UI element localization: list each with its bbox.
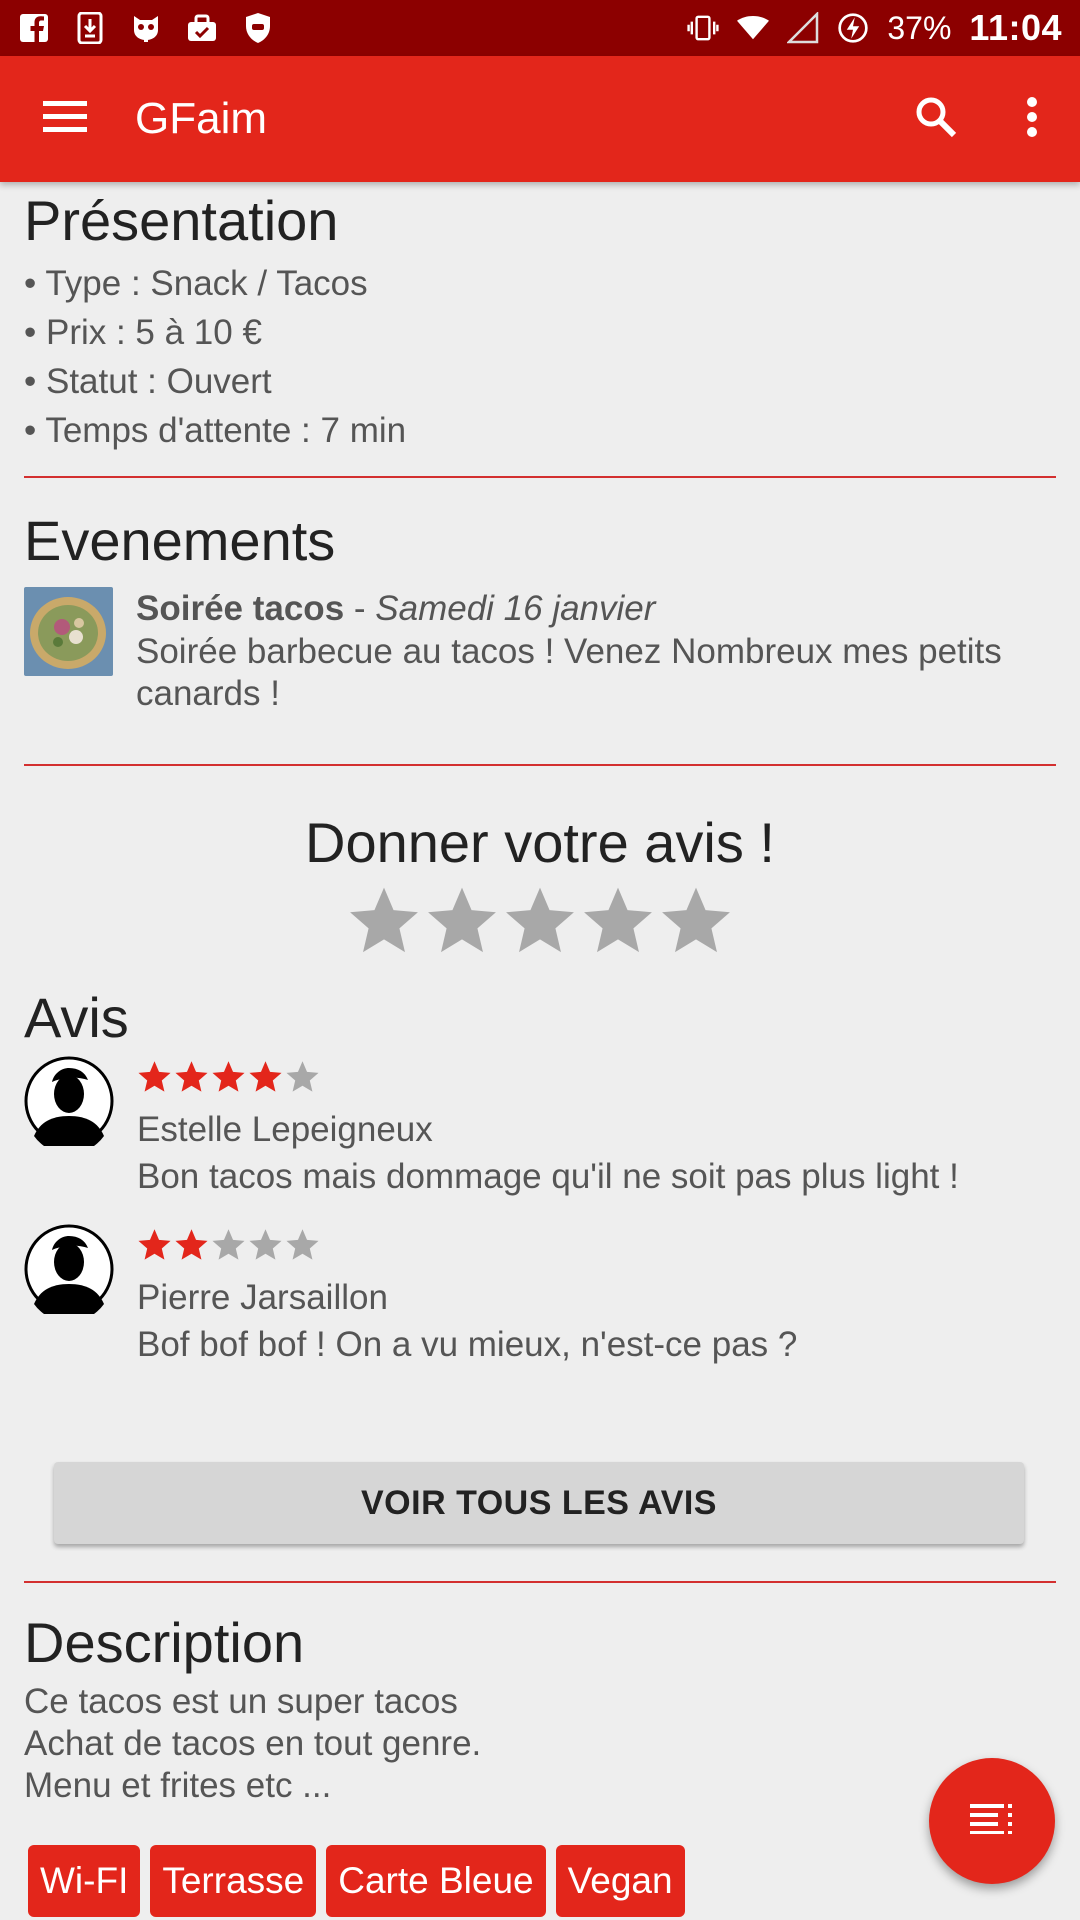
reviews-section: Avis Estelle Lepeigneux Bon tacos mais d… [24, 985, 1056, 1370]
description-line: Menu et frites etc ... [24, 1766, 332, 1805]
menu-icon [43, 100, 87, 138]
description-line: Ce tacos est un super tacos [24, 1682, 458, 1721]
star-empty-icon [286, 1060, 319, 1092]
facebook-icon [18, 12, 50, 44]
rating-star-1[interactable] [347, 883, 421, 957]
presentation-section: Présentation • Type : Snack / Tacos • Pr… [24, 188, 1056, 455]
star-filled-icon [175, 1228, 208, 1260]
avatar [24, 1056, 114, 1155]
event-thumbnail [24, 587, 113, 676]
events-section: Evenements Soirée tacos - Samedi 16 janv… [24, 508, 1056, 715]
sort-list-icon [970, 1803, 1014, 1839]
reviews-title: Avis [24, 986, 129, 1049]
info-wait-time: • Temps d'attente : 7 min [24, 411, 407, 450]
tag-terrasse[interactable]: Terrasse [150, 1845, 317, 1917]
download-icon [74, 12, 106, 44]
more-options-button[interactable] [984, 56, 1080, 182]
review-author: Estelle Lepeigneux [137, 1110, 433, 1149]
event-item[interactable]: Soirée tacos - Samedi 16 janvier Soirée … [24, 587, 1056, 715]
star-filled-icon [138, 1060, 171, 1092]
more-vert-icon [1026, 96, 1038, 142]
rate-section: Donner votre avis ! [24, 810, 1056, 957]
review-author: Pierre Jarsaillon [137, 1278, 388, 1317]
signal-icon [787, 12, 819, 44]
review-item: Pierre Jarsaillon Bof bof bof ! On a vu … [24, 1224, 1056, 1370]
events-title: Evenements [24, 509, 336, 572]
rate-title: Donner votre avis ! [305, 811, 775, 874]
star-filled-icon [212, 1060, 245, 1092]
rating-star-2[interactable] [425, 883, 499, 957]
description-title: Description [24, 1611, 305, 1674]
amenity-tags: Wi-FI Terrasse Carte Bleue Vegan [28, 1845, 685, 1917]
star-empty-icon [249, 1228, 282, 1260]
app-title: GFaim [135, 94, 267, 143]
avatar [24, 1224, 114, 1323]
clock: 11:04 [969, 7, 1062, 48]
info-type: • Type : Snack / Tacos [24, 264, 368, 303]
divider [24, 476, 1056, 478]
see-all-reviews-button[interactable]: VOIR TOUS LES AVIS [54, 1462, 1024, 1544]
status-bar: 37% 11:04 [0, 0, 1080, 56]
rating-star-5[interactable] [659, 883, 733, 957]
divider [24, 764, 1056, 766]
star-empty-icon [286, 1228, 319, 1260]
review-rating [137, 1056, 959, 1096]
star-filled-icon [249, 1060, 282, 1092]
rating-star-4[interactable] [581, 883, 655, 957]
menu-button[interactable] [0, 56, 130, 182]
review-text: Bof bof bof ! On a vu mieux, n'est-ce pa… [137, 1325, 798, 1364]
review-rating [137, 1224, 797, 1264]
rating-star-3[interactable] [503, 883, 577, 957]
user-avatar-icon [24, 1224, 114, 1323]
battery-percentage: 37% [887, 9, 952, 46]
shield-icon [242, 12, 274, 44]
info-status: • Statut : Ouvert [24, 362, 272, 401]
user-avatar-icon [24, 1056, 114, 1155]
star-empty-icon [212, 1228, 245, 1260]
wifi-icon [737, 12, 770, 44]
battery-charging-icon [837, 12, 869, 44]
star-filled-icon [175, 1060, 208, 1092]
restaurant-detail: Présentation • Type : Snack / Tacos • Pr… [24, 182, 1056, 1370]
star-filled-icon [138, 1228, 171, 1260]
search-button[interactable] [888, 56, 984, 182]
presentation-title: Présentation [24, 189, 339, 252]
review-item: Estelle Lepeigneux Bon tacos mais dommag… [24, 1056, 1056, 1202]
description-line: Achat de tacos en tout genre. [24, 1724, 482, 1763]
review-text: Bon tacos mais dommage qu'il ne soit pas… [137, 1157, 959, 1196]
briefcase-icon [186, 12, 218, 44]
app-bar: GFaim [0, 56, 1080, 182]
tag-wifi[interactable]: Wi-FI [28, 1845, 141, 1917]
vibrate-icon [687, 12, 719, 44]
event-description: Soirée barbecue au tacos ! Venez Nombreu… [136, 632, 1002, 713]
info-price: • Prix : 5 à 10 € [24, 313, 262, 352]
search-icon [915, 96, 957, 143]
floating-action-button[interactable] [929, 1758, 1055, 1884]
tag-carte-bleue[interactable]: Carte Bleue [326, 1845, 546, 1917]
event-name: Soirée tacos [136, 589, 345, 628]
rating-input[interactable] [24, 883, 1056, 957]
tag-vegan[interactable]: Vegan [555, 1845, 685, 1917]
description-section: Description Ce tacos est un super tacos … [24, 1610, 1056, 1807]
event-date: Samedi 16 janvier [375, 589, 656, 628]
event-separator: - [344, 589, 376, 628]
cyanogen-icon [130, 12, 162, 44]
divider [24, 1581, 1056, 1583]
